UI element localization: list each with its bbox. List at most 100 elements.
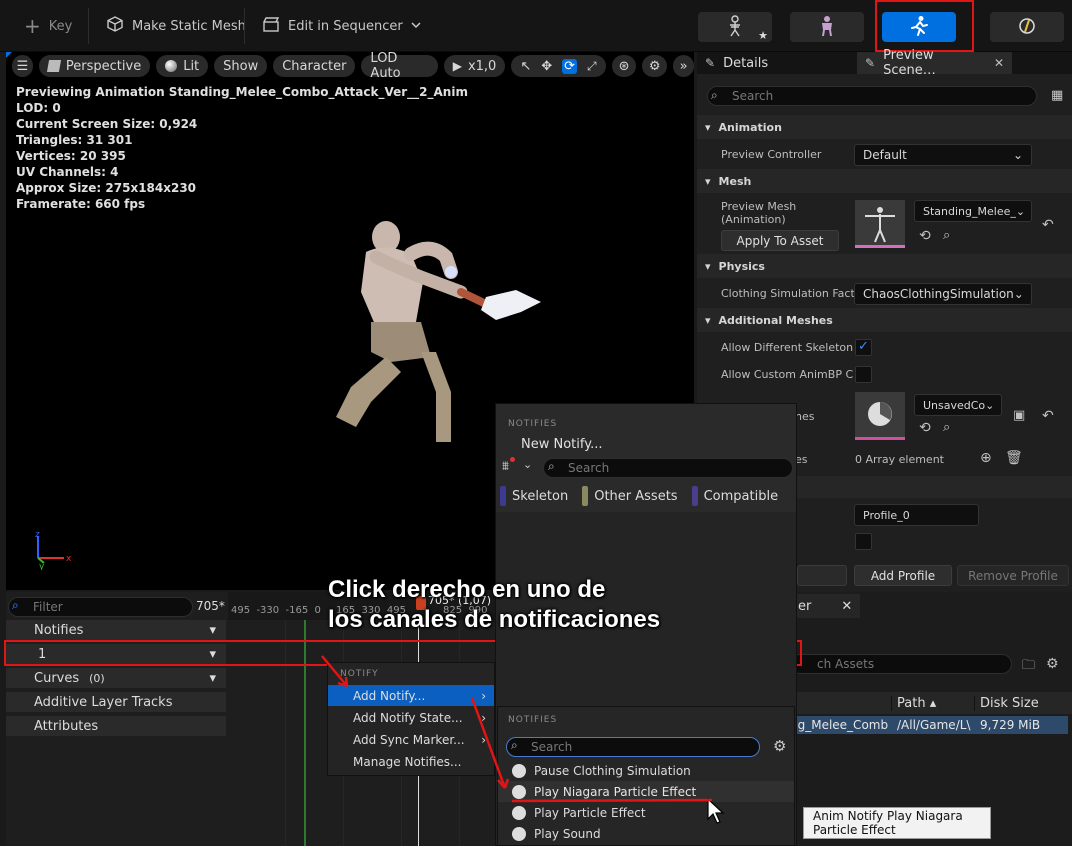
profile-dropdown[interactable] xyxy=(797,565,847,586)
make-static-mesh-button[interactable]: Make Static Mesh xyxy=(96,6,256,46)
submenu-item-play-niagara[interactable]: Play Niagara Particle Effect xyxy=(498,781,794,802)
new-notify-item[interactable]: New Notify... xyxy=(521,437,602,452)
lod-button[interactable]: LOD Auto xyxy=(361,51,438,81)
profile-checkbox[interactable] xyxy=(855,533,872,550)
filter-icon[interactable]: ⩩ xyxy=(502,459,509,474)
table-row[interactable]: ng_Melee_Comb /All/Game/L\ 9,729 MiB xyxy=(790,716,1068,734)
physics-icon xyxy=(1017,16,1037,39)
browse-asset-icon[interactable]: ⌕ xyxy=(943,420,950,435)
add-element-icon[interactable]: ⊕ xyxy=(980,450,992,466)
animation-mode-button[interactable] xyxy=(882,12,956,42)
move-icon[interactable]: ✥ xyxy=(541,59,552,74)
additional-mesh-dropdown[interactable]: UnsavedCo ⌄ xyxy=(914,394,1002,416)
skeleton-mode-button[interactable]: ★ xyxy=(698,12,772,42)
search-icon: ⌕ xyxy=(511,738,518,752)
edit-in-sequencer-button[interactable]: Edit in Sequencer xyxy=(252,6,431,46)
column-disk-size[interactable]: Disk Size xyxy=(974,695,1039,711)
save-icon[interactable]: ▣ xyxy=(1013,408,1025,423)
mouse-cursor-icon xyxy=(707,797,725,824)
timeline-filter-input[interactable]: Filter xyxy=(8,597,193,617)
apply-to-asset-label: Apply To Asset xyxy=(736,233,824,248)
use-selected-asset-icon[interactable]: ⟲ xyxy=(919,228,931,244)
character-button[interactable]: Character xyxy=(273,55,356,77)
menu-item-add-notify-state[interactable]: Add Notify State... › xyxy=(328,707,494,728)
allow-different-skeleton-checkbox[interactable]: ✓ xyxy=(855,339,872,356)
add-profile-button[interactable]: Add Profile xyxy=(854,565,952,586)
gear-icon[interactable]: ⚙ xyxy=(773,737,786,755)
viewport-more-button[interactable]: » xyxy=(673,55,694,77)
menu-item-add-sync-marker[interactable]: Add Sync Marker... › xyxy=(328,729,494,750)
star-icon: ★ xyxy=(758,29,768,42)
key-button[interactable]: + Key xyxy=(14,6,82,46)
menu-item-manage-notifies[interactable]: Manage Notifies... xyxy=(328,751,494,772)
viewport-stats: Previewing Animation Standing_Melee_Comb… xyxy=(16,84,468,212)
browse-asset-icon[interactable]: ⌕ xyxy=(943,228,950,243)
filter-active-dot xyxy=(510,457,515,462)
chip-compatible[interactable]: Compatible xyxy=(704,489,778,504)
show-button[interactable]: Show xyxy=(214,55,268,77)
tab-details[interactable]: ✎ Details xyxy=(697,52,857,74)
chevron-down-icon[interactable]: ⌄ xyxy=(523,458,532,471)
additional-mesh-thumbnail[interactable] xyxy=(855,392,905,440)
notifies-picker-search[interactable]: Search xyxy=(543,458,793,478)
snap-settings-button[interactable]: ⚙ xyxy=(642,55,668,77)
submenu-item-play-particle[interactable]: Play Particle Effect xyxy=(512,803,646,823)
physics-mode-button[interactable] xyxy=(990,12,1064,42)
section-physics[interactable]: ▾ Physics xyxy=(697,254,1072,278)
tutorial-caption: Click derecho en uno de los canales de n… xyxy=(328,575,660,635)
preview-mesh-thumbnail[interactable] xyxy=(855,200,905,248)
preview-controller-dropdown[interactable]: Default ⌄ xyxy=(854,144,1032,166)
chip-other-assets[interactable]: Other Assets xyxy=(594,489,677,504)
chip-skeleton[interactable]: Skeleton xyxy=(512,489,568,504)
viewport-menu-button[interactable]: ☰ xyxy=(12,55,33,77)
submenu-item-label: Play Niagara Particle Effect xyxy=(534,784,697,799)
search-icon: ⌕ xyxy=(711,88,718,102)
allow-custom-animbp-checkbox[interactable] xyxy=(855,366,872,383)
select-arrow-icon[interactable]: ↖ xyxy=(520,59,531,74)
perspective-button[interactable]: Perspective xyxy=(38,55,151,77)
track-additive-layer[interactable]: Additive Layer Tracks xyxy=(6,692,226,712)
reset-arrow-icon[interactable]: ↶ xyxy=(1042,217,1054,233)
folder-icon[interactable]: 🗀 xyxy=(1022,656,1035,678)
add-profile-label: Add Profile xyxy=(870,568,936,583)
chevron-down-icon: ⌄ xyxy=(1012,148,1023,162)
close-icon[interactable]: ✕ xyxy=(841,599,852,614)
submenu-search[interactable]: Search xyxy=(506,737,760,757)
submenu-item-play-sound[interactable]: Play Sound xyxy=(512,824,601,844)
content-browser-tab[interactable]: er ✕ xyxy=(790,594,860,618)
details-search-input[interactable]: Search xyxy=(707,86,1037,106)
apply-to-asset-button[interactable]: Apply To Asset xyxy=(721,230,839,251)
section-mesh[interactable]: ▾ Mesh xyxy=(697,169,1072,193)
remove-profile-button[interactable]: Remove Profile xyxy=(957,565,1069,586)
mesh-mode-button[interactable] xyxy=(790,12,864,42)
search-icon: ⌕ xyxy=(548,459,555,473)
submenu-item-pause-clothing[interactable]: Pause Clothing Simulation xyxy=(512,761,691,781)
chevron-down-icon[interactable]: ▾ xyxy=(209,671,216,686)
scale-icon[interactable]: ⤢ xyxy=(587,59,597,74)
close-icon[interactable]: ✕ xyxy=(994,56,1004,70)
chevron-down-icon[interactable]: ▾ xyxy=(209,623,216,638)
preview-mesh-dropdown[interactable]: Standing_Melee_ ⌄ xyxy=(914,200,1032,222)
track-attributes[interactable]: Attributes xyxy=(6,716,226,736)
gear-icon[interactable]: ⚙ xyxy=(1046,656,1059,672)
use-selected-asset-icon[interactable]: ⟲ xyxy=(919,420,931,436)
filter-chips: Skeleton Other Assets Compatible xyxy=(500,486,778,506)
lit-button[interactable]: Lit xyxy=(156,55,209,77)
rotate-icon[interactable]: ⟳ xyxy=(562,58,578,74)
section-animation[interactable]: ▾ Animation xyxy=(697,115,1072,139)
reset-arrow-icon[interactable]: ↶ xyxy=(1042,408,1054,424)
menu-item-add-notify[interactable]: Add Notify... › xyxy=(328,685,494,706)
local-space-button[interactable]: ⊛ xyxy=(611,55,637,77)
track-curves[interactable]: Curves (0) ▾ xyxy=(6,668,226,688)
clothing-simulation-value: ChaosClothingSimulation xyxy=(863,287,1014,301)
playback-speed-button[interactable]: ▶ x1,0 xyxy=(443,55,506,77)
track-notifies[interactable]: Notifies ▾ xyxy=(6,620,226,640)
section-additional-meshes[interactable]: ▾ Additional Meshes xyxy=(697,308,1072,332)
tab-preview-scene[interactable]: ✎ Preview Scene… ✕ xyxy=(857,48,1012,78)
trash-icon[interactable]: 🗑 xyxy=(1005,450,1023,466)
column-path[interactable]: Path ▴ xyxy=(891,695,974,711)
assets-search-input[interactable]: ch Assets xyxy=(790,654,1012,674)
grid-view-icon[interactable]: ▦ xyxy=(1051,88,1063,103)
clothing-simulation-dropdown[interactable]: ChaosClothingSimulation ⌄ xyxy=(854,283,1032,305)
profile-name-field[interactable]: Profile_0 xyxy=(854,504,979,526)
